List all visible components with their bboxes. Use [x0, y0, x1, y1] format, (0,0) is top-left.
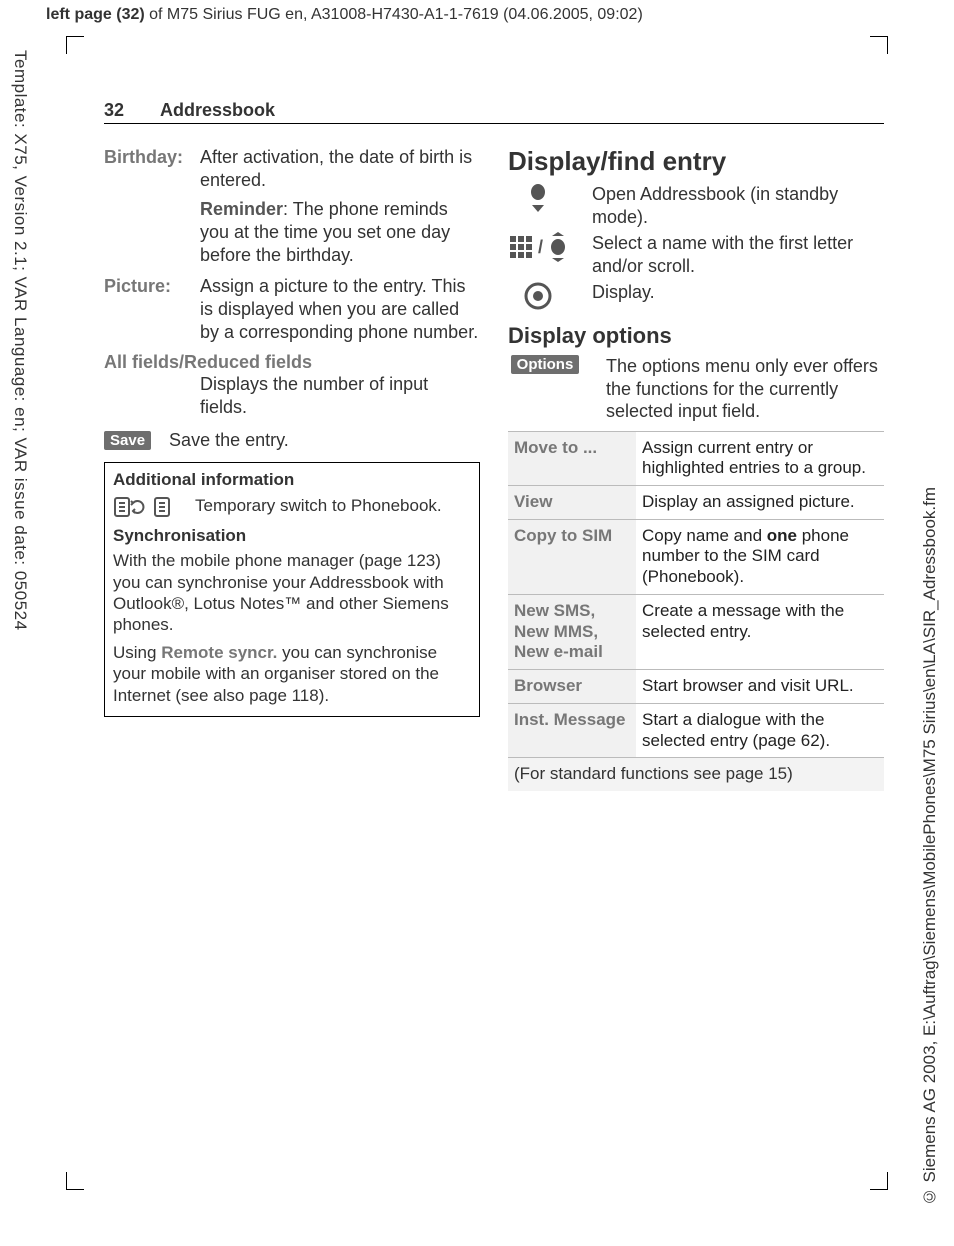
- options-table: Move to ...Assign current entry or highl…: [508, 431, 884, 792]
- joystick-down-icon: [508, 183, 568, 213]
- crop-mark: [870, 1172, 888, 1190]
- sync-header: Synchronisation: [113, 525, 471, 546]
- options-description: The options menu only ever offers the fu…: [606, 355, 884, 423]
- top-meta-bold: left page (32): [46, 6, 145, 23]
- table-row: Copy to SIMCopy name and one phone numbe…: [508, 519, 884, 594]
- page-number: 32: [104, 100, 124, 121]
- right-meta: © Siemens AG 2003, E:\Auftrag\Siemens\Mo…: [920, 487, 940, 1206]
- opt-new-message: New SMS, New MMS, New e-mail: [508, 594, 636, 669]
- crop-mark: [870, 36, 888, 54]
- keypad-scroll-icon: /: [508, 232, 568, 262]
- sync-text-2a: Using: [113, 643, 161, 662]
- save-text: Save the entry.: [169, 427, 480, 452]
- crop-mark: [66, 36, 84, 54]
- birthday-label: Birthday:: [104, 146, 200, 267]
- options-softkey[interactable]: Options: [511, 355, 580, 374]
- center-press-icon: [508, 281, 568, 311]
- top-meta: left page (32) of M75 Sirius FUG en, A31…: [46, 6, 643, 24]
- svg-text:/: /: [538, 237, 543, 257]
- birthday-text-1: After activation, the date of birth is e…: [200, 146, 480, 192]
- left-meta: Template: X75, Version 2.1; VAR Language…: [10, 50, 30, 631]
- table-row: Inst. MessageStart a dialogue with the s…: [508, 703, 884, 757]
- crop-mark: [66, 1172, 84, 1190]
- table-footer: (For standard functions see page 15): [508, 758, 884, 791]
- picture-label: Picture:: [104, 275, 200, 344]
- phonebook-swap-icon: [113, 495, 177, 519]
- display-text: Display.: [592, 281, 884, 304]
- display-options-heading: Display options: [508, 323, 884, 349]
- opt-copy-to-sim: Copy to SIM: [508, 519, 636, 594]
- table-row: BrowserStart browser and visit URL.: [508, 670, 884, 704]
- phonebook-swap-text: Temporary switch to Phonebook.: [195, 495, 442, 516]
- section-title: Addressbook: [160, 100, 275, 121]
- opt-move-to: Move to ...: [508, 431, 636, 485]
- opt-view: View: [508, 485, 636, 519]
- select-name-text: Select a name with the first letter and/…: [592, 232, 884, 277]
- standard-functions-note: (For standard functions see page 15): [508, 758, 884, 791]
- info-title: Additional information: [113, 469, 471, 490]
- table-row: Move to ...Assign current entry or highl…: [508, 431, 884, 485]
- top-meta-rest: of M75 Sirius FUG en, A31008-H7430-A1-1-…: [145, 6, 643, 23]
- table-row: New SMS, New MMS, New e-mailCreate a mes…: [508, 594, 884, 669]
- remote-sync-label: Remote syncr.: [161, 643, 277, 662]
- reminder-bold: Reminder: [200, 199, 283, 219]
- sync-text-1: With the mobile phone manager (page 123)…: [113, 550, 471, 636]
- display-find-heading: Display/find entry: [508, 146, 884, 177]
- table-row: ViewDisplay an assigned picture.: [508, 485, 884, 519]
- opt-browser: Browser: [508, 670, 636, 704]
- info-box: Additional information Temporary switch …: [104, 462, 480, 717]
- opt-inst-message: Inst. Message: [508, 703, 636, 757]
- picture-text: Assign a picture to the entry. This is d…: [200, 275, 480, 344]
- fields-text: Displays the number of input fields.: [200, 373, 480, 419]
- open-addressbook-text: Open Addressbook (in standby mode).: [592, 183, 884, 228]
- save-softkey[interactable]: Save: [104, 431, 151, 450]
- fields-header: All fields/Reduced fields: [104, 352, 480, 373]
